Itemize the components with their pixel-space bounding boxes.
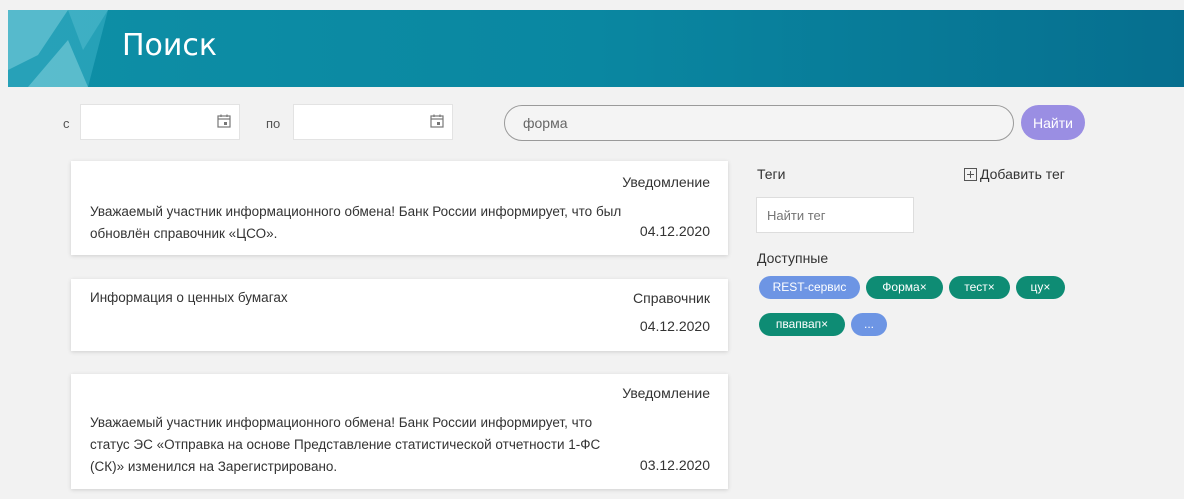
tag-search-input[interactable] — [757, 198, 913, 232]
page-header: Поиск — [8, 10, 1184, 87]
result-type: Уведомление — [622, 385, 710, 401]
available-tags-label: Доступные — [757, 250, 829, 266]
result-type: Справочник — [633, 290, 710, 306]
more-tags-button[interactable]: ... — [851, 313, 887, 336]
tag-chip[interactable]: Форма× — [866, 276, 943, 299]
result-text[interactable]: Уважаемый участник информационного обмен… — [90, 412, 630, 478]
calendar-icon[interactable] — [215, 112, 233, 130]
result-card[interactable]: Уведомление Уважаемый участник информаци… — [71, 374, 728, 489]
date-from-label: с — [63, 116, 70, 131]
result-text[interactable]: Уважаемый участник информационного обмен… — [90, 201, 630, 245]
result-date: 04.12.2020 — [639, 318, 710, 334]
tag-search-field[interactable] — [756, 197, 914, 233]
result-card[interactable]: Справочник Информация о ценных бумагах 0… — [71, 279, 728, 351]
tags-title: Теги — [757, 166, 786, 182]
date-to-label: по — [266, 116, 281, 131]
plus-square-icon — [964, 167, 977, 181]
result-date: 04.12.2020 — [639, 223, 710, 239]
search-input[interactable] — [523, 106, 1003, 140]
page-title: Поиск — [122, 28, 218, 63]
result-card[interactable]: Уведомление Уважаемый участник информаци… — [71, 161, 728, 255]
header-decoration — [8, 10, 108, 87]
tag-chip[interactable]: REST-сервис — [759, 276, 860, 299]
result-date: 03.12.2020 — [639, 457, 710, 473]
search-button[interactable]: Найти — [1021, 105, 1085, 140]
tag-chip[interactable]: пвапвап× — [759, 313, 845, 336]
search-field[interactable] — [504, 105, 1014, 141]
date-from-field[interactable] — [80, 104, 240, 140]
result-text[interactable]: Информация о ценных бумагах — [90, 287, 630, 309]
result-type: Уведомление — [622, 174, 710, 190]
tag-chip[interactable]: тест× — [949, 276, 1010, 299]
tag-chip[interactable]: цу× — [1016, 276, 1065, 299]
add-tag-label: Добавить тег — [980, 166, 1065, 182]
add-tag-button[interactable]: Добавить тег — [964, 166, 1065, 182]
calendar-icon[interactable] — [428, 112, 446, 130]
date-to-field[interactable] — [293, 104, 453, 140]
